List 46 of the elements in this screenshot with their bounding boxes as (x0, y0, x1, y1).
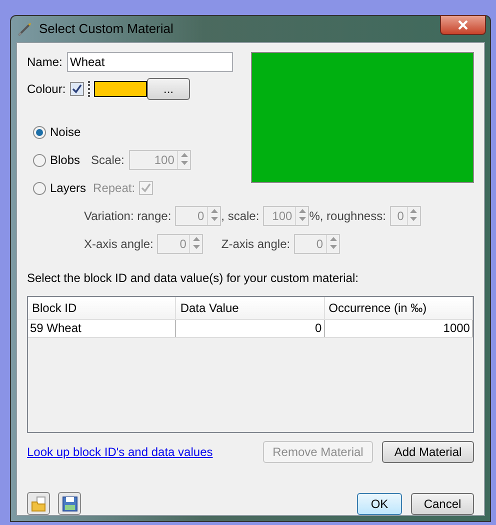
radio-label: Blobs (50, 152, 80, 169)
save-button[interactable] (58, 492, 81, 515)
window-title: Select Custom Material (39, 20, 174, 38)
dialog-button[interactable]: Cancel (411, 492, 474, 514)
colour-swatch[interactable] (94, 81, 147, 97)
column-header[interactable]: Block ID (28, 297, 176, 320)
radio-label: Layers (50, 180, 86, 197)
down-arrow-icon (330, 245, 337, 249)
down-arrow-icon (192, 245, 200, 249)
z-axis-label: Z-axis angle: (221, 236, 290, 253)
column-header[interactable]: Occurrence (in ‰) (324, 297, 473, 320)
radio-label: Noise (50, 124, 81, 141)
dialog-button[interactable]: OK (357, 492, 402, 514)
range-label: Variation: range: (84, 208, 172, 225)
table-cell: 1000 (324, 320, 473, 337)
folder-icon (30, 496, 46, 512)
open-button[interactable] (27, 492, 50, 515)
checkbox[interactable] (70, 82, 84, 96)
radio-button[interactable] (33, 126, 46, 138)
down-arrow-icon (210, 217, 218, 221)
repeat-label: Repeat: (93, 180, 136, 197)
lookup-link[interactable]: Look up block ID's and data values (27, 443, 213, 461)
material-button[interactable]: Add Material (382, 441, 474, 463)
up-arrow-icon (330, 237, 337, 241)
up-arrow-icon (298, 209, 306, 213)
down-arrow-icon (180, 161, 188, 165)
close-button[interactable] (440, 15, 486, 35)
up-arrow-icon (192, 237, 200, 241)
x-axis-label: X-axis angle: (84, 236, 154, 253)
close-icon (458, 20, 468, 30)
up-arrow-icon (410, 209, 418, 213)
name-label: Name: (27, 54, 64, 71)
colour-picker-button[interactable]: ... (147, 78, 190, 100)
instructions-text: Select the block ID and data value(s) for your custom material: (27, 270, 360, 287)
down-arrow-icon (410, 217, 418, 221)
roughness-label: %, roughness: (309, 208, 386, 225)
down-arrow-icon (298, 217, 306, 221)
table-cell: 0 (176, 320, 325, 337)
table-cell: 59 Wheat (28, 320, 176, 337)
up-arrow-icon (210, 209, 218, 213)
scale-label: Scale: (91, 152, 124, 169)
scale-label: , scale: (221, 208, 260, 225)
colour-label: Colour: (27, 81, 67, 98)
up-arrow-icon (180, 153, 188, 157)
name-field[interactable]: Wheat (67, 52, 233, 72)
column-header[interactable]: Data Value (176, 297, 325, 320)
